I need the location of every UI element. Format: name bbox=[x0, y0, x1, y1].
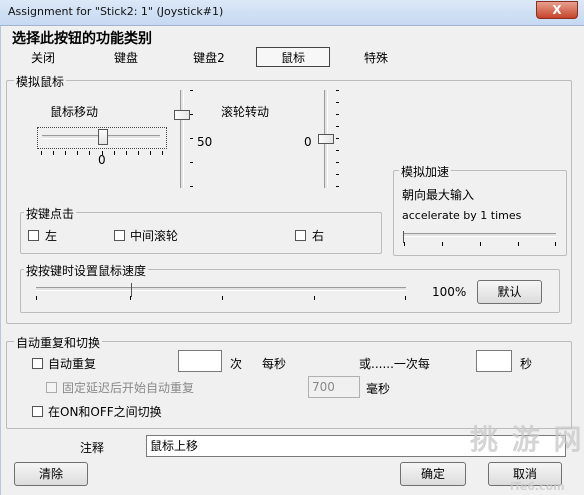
wheel-thumb[interactable] bbox=[318, 134, 334, 144]
tab-off[interactable]: 关闭 bbox=[22, 48, 64, 68]
tab-special[interactable]: 特殊 bbox=[354, 48, 398, 68]
tick bbox=[41, 151, 42, 155]
title-bar: Assignment for "Stick2: 1" (Joystick#1) … bbox=[0, 0, 584, 26]
per-second-label: 每秒 bbox=[262, 357, 287, 371]
mouse-speed-value: 50 bbox=[197, 135, 213, 149]
tick bbox=[89, 151, 90, 155]
accel-group-label: 模拟加速 bbox=[399, 163, 452, 180]
tick bbox=[65, 151, 66, 155]
press-speed-thumb[interactable] bbox=[131, 283, 135, 297]
default-button[interactable]: 默认 bbox=[477, 280, 542, 304]
mouse-move-slider[interactable] bbox=[37, 127, 167, 149]
category-header: 选择此按钮的功能类别 bbox=[12, 31, 152, 47]
tick bbox=[126, 151, 127, 155]
tick bbox=[190, 186, 193, 187]
tick bbox=[404, 242, 405, 246]
mouse-move-value: 0 bbox=[98, 153, 106, 167]
repeat-times-unit: 次 bbox=[230, 357, 243, 371]
auto-repeat-checkbox[interactable] bbox=[32, 358, 43, 369]
tick bbox=[336, 186, 339, 187]
tick bbox=[336, 174, 339, 175]
comment-label: 注释 bbox=[80, 441, 105, 455]
tick bbox=[336, 162, 339, 163]
left-click-label: 左 bbox=[45, 229, 58, 243]
tick bbox=[442, 242, 443, 246]
tab-keyboard2[interactable]: 键盘2 bbox=[186, 48, 232, 68]
mouse-speed-track bbox=[180, 90, 184, 188]
tick bbox=[405, 296, 406, 300]
tick bbox=[518, 242, 519, 246]
tick bbox=[77, 151, 78, 155]
accel-slider[interactable] bbox=[402, 228, 558, 248]
tick bbox=[336, 126, 339, 127]
toggle-label: 在ON和OFF之间切换 bbox=[48, 405, 162, 419]
clear-button[interactable]: 清除 bbox=[14, 462, 88, 486]
repeat-seconds-unit: 秒 bbox=[520, 357, 533, 371]
repeat-seconds-input[interactable] bbox=[476, 350, 512, 372]
tick bbox=[150, 151, 151, 155]
tick bbox=[336, 90, 339, 91]
auto-repeat-label: 自动重复 bbox=[48, 357, 97, 371]
press-speed-slider[interactable] bbox=[34, 282, 410, 306]
middle-click-checkbox[interactable] bbox=[114, 230, 125, 241]
tick bbox=[336, 150, 339, 151]
tick bbox=[53, 151, 54, 155]
tick bbox=[336, 114, 339, 115]
tick bbox=[130, 296, 131, 300]
repeat-times-input[interactable] bbox=[178, 350, 222, 372]
mouse-speed-slider[interactable] bbox=[170, 88, 194, 190]
press-speed-group-label: 按按键时设置鼠标速度 bbox=[24, 262, 149, 279]
tick bbox=[222, 296, 223, 300]
tick bbox=[190, 114, 193, 115]
press-speed-value: 100% bbox=[432, 285, 467, 299]
tick bbox=[162, 151, 163, 155]
tick bbox=[336, 102, 339, 103]
watermark-site: iTe6.com bbox=[510, 480, 565, 493]
right-click-label: 右 bbox=[312, 229, 325, 243]
click-group-label: 按键点击 bbox=[24, 205, 77, 222]
wheel-label: 滚轮转动 bbox=[221, 105, 270, 119]
delay-repeat-checkbox[interactable] bbox=[46, 382, 57, 393]
toggle-checkbox[interactable] bbox=[32, 406, 43, 417]
middle-click-label: 中间滚轮 bbox=[130, 229, 179, 243]
delay-repeat-label: 固定延迟后开始自动重复 bbox=[62, 381, 195, 395]
tick bbox=[138, 151, 139, 155]
tab-keyboard[interactable]: 键盘 bbox=[104, 48, 148, 68]
tick bbox=[114, 151, 115, 155]
mouse-speed-thumb[interactable] bbox=[174, 110, 190, 120]
accel-value-label: accelerate by 1 times bbox=[402, 209, 522, 222]
tab-mouse[interactable]: 鼠标 bbox=[256, 47, 330, 67]
tick bbox=[314, 296, 315, 300]
close-icon: X bbox=[552, 3, 562, 17]
wheel-value: 0 bbox=[304, 135, 312, 149]
right-click-checkbox[interactable] bbox=[295, 230, 306, 241]
repeat-group-label: 自动重复和切换 bbox=[14, 334, 103, 351]
delay-input[interactable]: 700 bbox=[308, 376, 360, 398]
tick bbox=[190, 90, 193, 91]
mouse-move-thumb[interactable] bbox=[98, 129, 108, 145]
tick bbox=[336, 138, 339, 139]
tick bbox=[190, 162, 193, 163]
or-once-every-label: 或......一次每 bbox=[359, 357, 430, 371]
close-button[interactable]: X bbox=[536, 1, 578, 19]
tick bbox=[190, 138, 193, 139]
accel-track bbox=[404, 233, 556, 237]
tick bbox=[36, 296, 37, 300]
accel-option-label: 朝向最大输入 bbox=[402, 188, 475, 202]
tick bbox=[555, 242, 556, 246]
mouse-move-label: 鼠标移动 bbox=[50, 105, 99, 119]
wheel-slider[interactable] bbox=[318, 88, 342, 190]
tick bbox=[480, 242, 481, 246]
delay-unit: 毫秒 bbox=[366, 382, 391, 396]
window-title: Assignment for "Stick2: 1" (Joystick#1) bbox=[8, 5, 224, 18]
ok-button[interactable]: 确定 bbox=[400, 462, 466, 486]
press-speed-track bbox=[36, 287, 406, 291]
watermark-logo: 挑 游 网 bbox=[470, 423, 584, 456]
left-click-checkbox[interactable] bbox=[28, 230, 39, 241]
mouse-group-label: 模拟鼠标 bbox=[14, 73, 67, 90]
